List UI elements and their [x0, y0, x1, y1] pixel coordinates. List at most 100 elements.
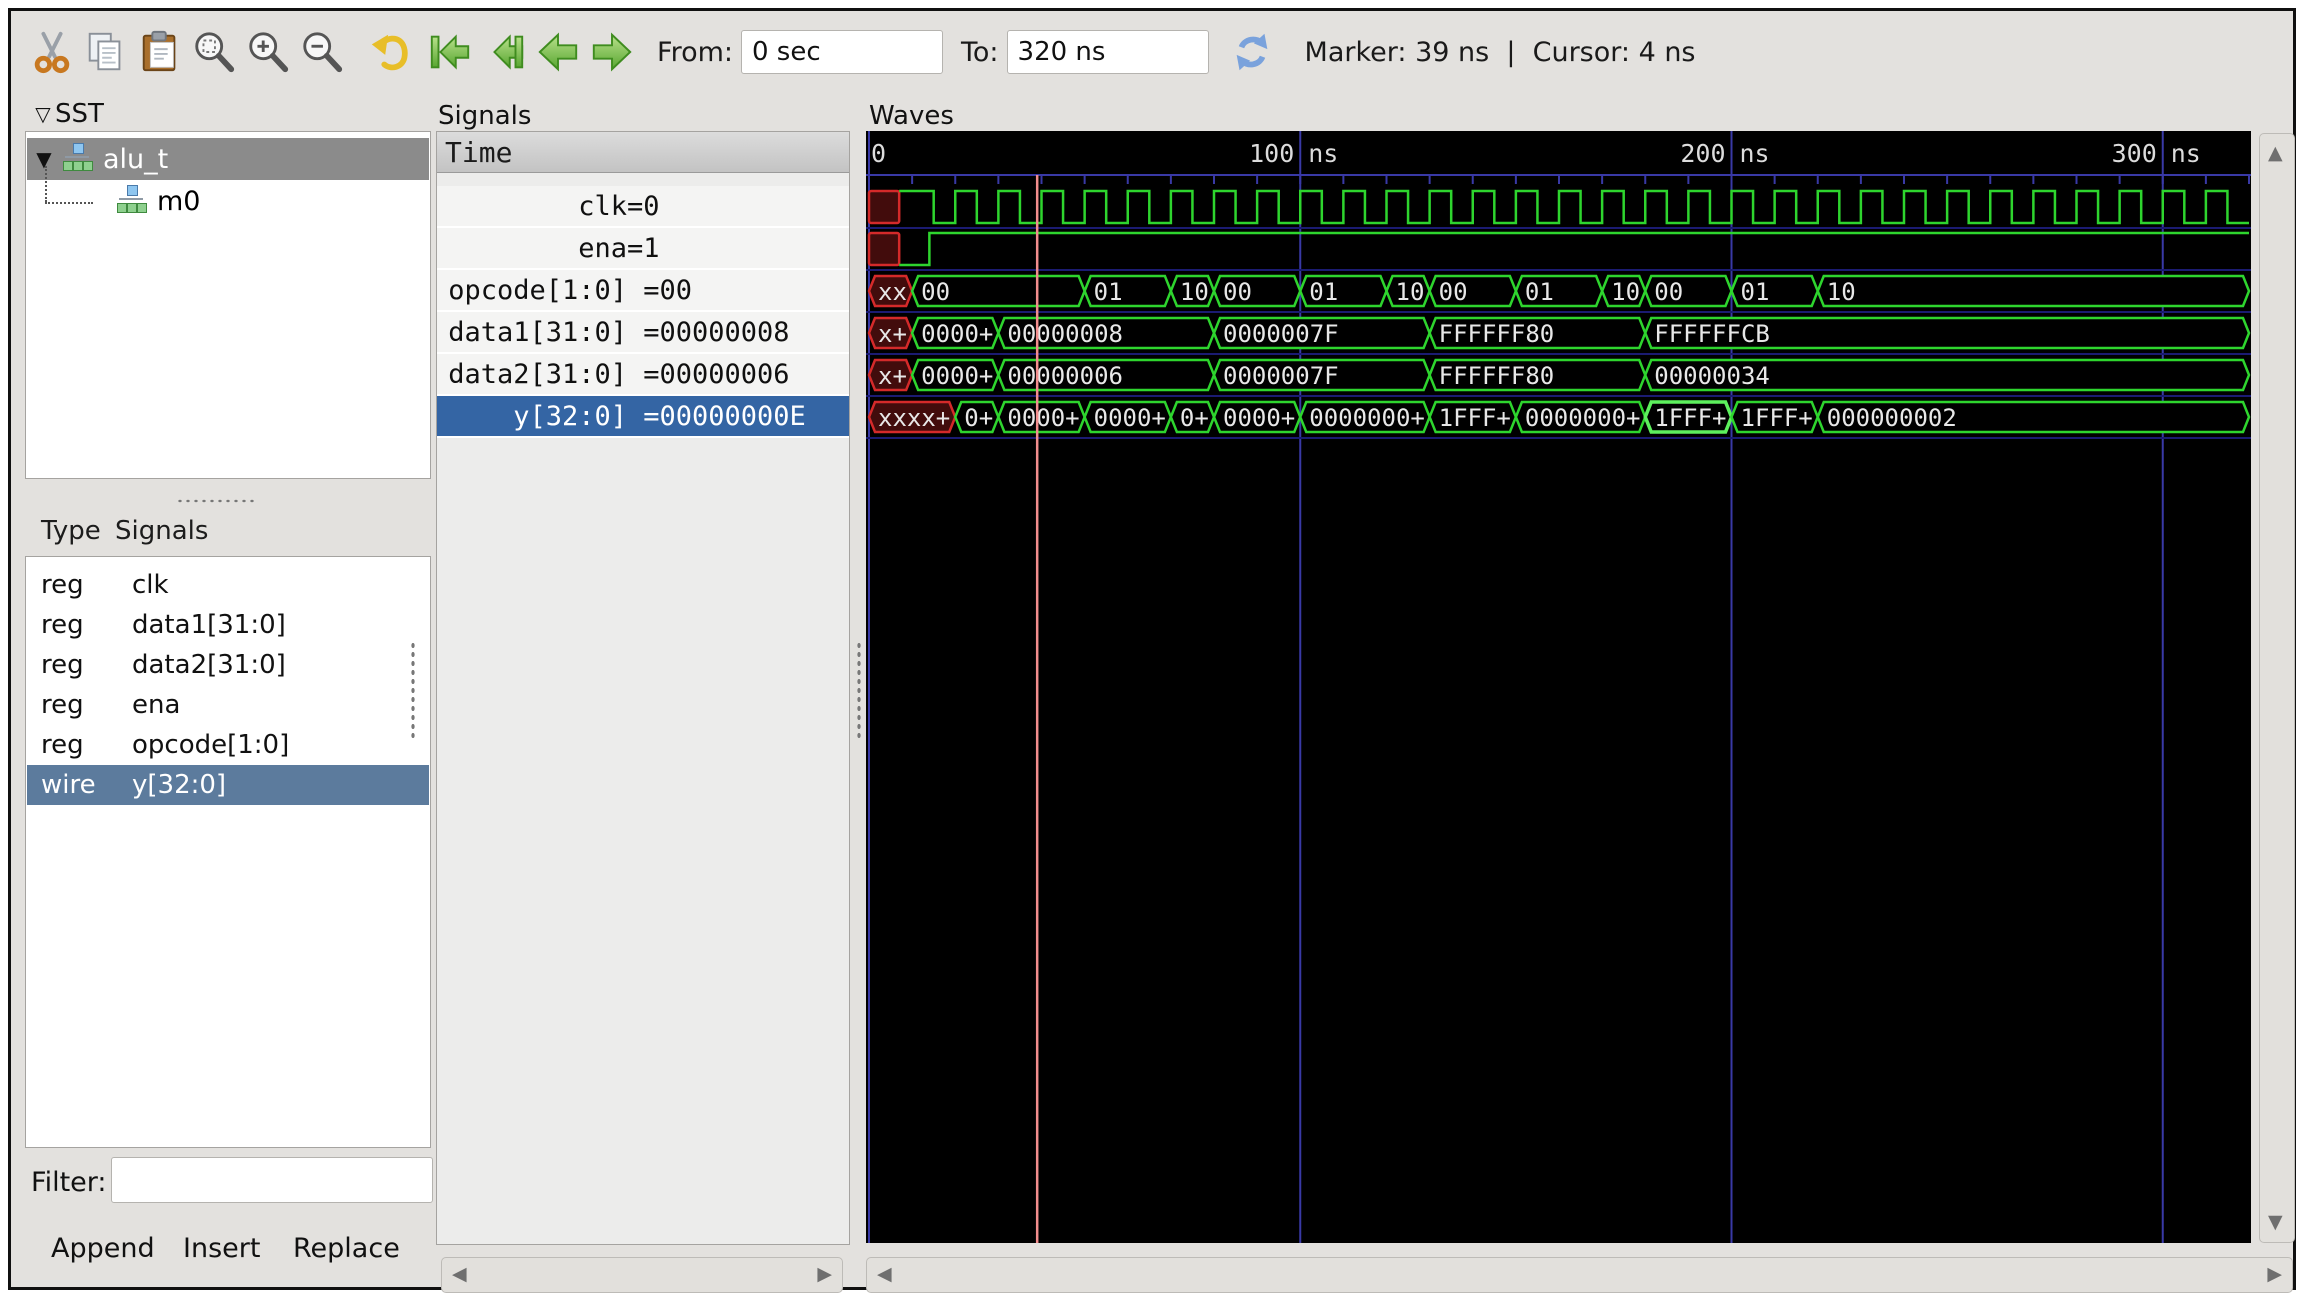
browser-row-y[32:0][interactable]: wirey[32:0]: [27, 765, 429, 805]
signal-label: data2[31:0]: [437, 359, 627, 390]
replace-button[interactable]: Replace: [293, 1233, 400, 1264]
x-state-block: [869, 233, 899, 265]
time-header[interactable]: Time: [437, 132, 849, 173]
bus-value-label: 0000007F: [1223, 320, 1339, 348]
bus-value-label: 0000000+: [1525, 404, 1641, 432]
browser-row-ena[interactable]: regena: [27, 685, 429, 725]
bus-segment: [1818, 276, 2249, 306]
timescale-unit: ns: [1740, 139, 1770, 168]
signal-name: data2[31:0]: [132, 650, 286, 680]
toolbar-icon-strip: [25, 24, 639, 80]
to-input[interactable]: [1007, 30, 1209, 74]
cut-icon[interactable]: [25, 24, 79, 80]
bus-value-label: 0+: [1180, 404, 1209, 432]
paste-icon[interactable]: [133, 24, 187, 80]
bus-value-label: 0000000+: [1309, 404, 1425, 432]
bus-value-label: xx: [878, 278, 907, 306]
shift-left-icon[interactable]: [531, 24, 585, 80]
browser-row-data1[31:0][interactable]: reg data1[31:0]: [27, 605, 429, 645]
signal-name: data1[31:0]: [132, 610, 286, 640]
scroll-down-icon[interactable]: ▼: [2268, 1213, 2283, 1232]
tree-connector: [27, 180, 115, 222]
browser-row-opcode[1:0][interactable]: regopcode[1:0]: [27, 725, 429, 765]
filter-input[interactable]: [111, 1157, 433, 1203]
signal-label: y[32:0]: [437, 401, 627, 432]
copy-icon[interactable]: [79, 24, 133, 80]
goto-start-icon[interactable]: [423, 24, 477, 80]
expander-icon[interactable]: ▼: [27, 147, 61, 171]
waves-vertical-scrollbar[interactable]: ▲ ▼: [2259, 133, 2295, 1243]
signal-label: clk: [437, 191, 627, 222]
signal-label: ena: [437, 233, 627, 264]
bus-value-label: 000000002: [1827, 404, 1957, 432]
pane-handle-middle[interactable]: [856, 641, 863, 741]
filter-label: Filter:: [31, 1167, 107, 1198]
wave-row-opcode[1:0]: xx000110000110000110000110: [866, 276, 2251, 312]
signal-type: wire: [41, 770, 116, 800]
timescale-unit: ns: [1308, 139, 1338, 168]
signal-value: =00: [627, 275, 692, 306]
waves-area[interactable]: 0100ns200ns300nsxx0001100001100001100001…: [866, 131, 2251, 1243]
bus-value-label: FFFFFFCB: [1654, 320, 1770, 348]
zoom-undo-icon[interactable]: [363, 24, 417, 80]
wave-row-data1[31:0]: x+0000+000000080000007FFFFFFF80FFFFFFCB: [866, 318, 2251, 354]
signals-horizontal-scrollbar[interactable]: ◀ ▶: [441, 1257, 843, 1293]
bus-value-label: 0+: [964, 404, 993, 432]
browser-row-clk[interactable]: regclk: [27, 565, 429, 605]
signal-value: =00000006: [627, 359, 790, 390]
signal-type: reg: [41, 570, 116, 600]
bus-value-label: 00: [1223, 278, 1252, 306]
scroll-right-icon[interactable]: ▶: [2267, 1265, 2282, 1284]
append-button[interactable]: Append: [51, 1233, 155, 1264]
sst-tree: ▼alu_tm0: [25, 131, 431, 479]
zoom-out-icon[interactable]: [295, 24, 349, 80]
bus-value-label: 00000008: [1007, 320, 1123, 348]
signal-label: opcode[1:0]: [437, 275, 627, 306]
goto-end-icon[interactable]: [477, 24, 531, 80]
zoom-in-icon[interactable]: [241, 24, 295, 80]
bus-value-label: FFFFFF80: [1439, 320, 1555, 348]
insert-button[interactable]: Insert: [183, 1233, 260, 1264]
signals-row-data2[31:0][interactable]: data2[31:0] =00000006: [437, 354, 849, 396]
pane-handle-left[interactable]: [410, 641, 417, 741]
signals-row-ena[interactable]: ena=1: [437, 228, 849, 270]
timescale-label: 100: [1249, 139, 1294, 168]
bus-value-label: 10: [1827, 278, 1856, 306]
waves-panel-title: Waves: [869, 101, 954, 131]
wave-row-data2[31:0]: x+0000+000000060000007FFFFFFF8000000034: [866, 360, 2251, 396]
scroll-right-icon[interactable]: ▶: [817, 1265, 832, 1284]
bus-value-label: 00000006: [1007, 362, 1123, 390]
sst-header[interactable]: ▽ SST: [31, 99, 104, 129]
scroll-left-icon[interactable]: ◀: [452, 1265, 467, 1284]
zoom-fit-icon[interactable]: [187, 24, 241, 80]
signals-row-data1[31:0][interactable]: data1[31:0] =00000008: [437, 312, 849, 354]
signal-type: reg: [41, 650, 116, 680]
signal-browser-list: regclkregdata1[31:0]regdata2[31:0]regena…: [25, 556, 431, 1148]
sst-title: SST: [55, 99, 104, 129]
signal-value: =00000000E: [627, 401, 806, 432]
scroll-left-icon[interactable]: ◀: [877, 1265, 892, 1284]
sst-expander-icon[interactable]: ▽: [31, 102, 55, 126]
shift-right-icon[interactable]: [585, 24, 639, 80]
browser-row-data2[31:0][interactable]: reg data2[31:0]: [27, 645, 429, 685]
waves-horizontal-scrollbar[interactable]: ◀ ▶: [866, 1257, 2293, 1293]
signal-type: reg: [41, 610, 116, 640]
wave-row-y[32:0]: xxxx+0+0000+0000+0+0000+0000000+1FFF+000…: [866, 402, 2251, 438]
bus-value-label: 01: [1094, 278, 1123, 306]
signals-row-y[32:0][interactable]: y[32:0] =00000000E: [437, 396, 849, 438]
tree-node-m0[interactable]: m0: [27, 180, 429, 222]
signals-row-clk[interactable]: clk=0: [437, 186, 849, 228]
x-state-block: [869, 191, 899, 223]
waveform-canvas[interactable]: 0100ns200ns300nsxx0001100001100001100001…: [866, 131, 2251, 1243]
bus-value-label: FFFFFF80: [1439, 362, 1555, 390]
signal-name: ena: [132, 690, 180, 720]
signals-panel: Time clk=0ena=1opcode[1:0] =00data1[31:0…: [436, 131, 850, 1245]
bus-value-label: 00: [921, 278, 950, 306]
from-input[interactable]: [741, 30, 943, 74]
scroll-up-icon[interactable]: ▲: [2268, 144, 2283, 163]
reload-icon[interactable]: [1225, 24, 1279, 80]
column-header-type: Type: [41, 516, 101, 546]
signals-row-opcode[1:0][interactable]: opcode[1:0] =00: [437, 270, 849, 312]
pane-handle-horizontal[interactable]: [176, 498, 256, 505]
tree-node-alu_t[interactable]: ▼alu_t: [27, 138, 429, 180]
